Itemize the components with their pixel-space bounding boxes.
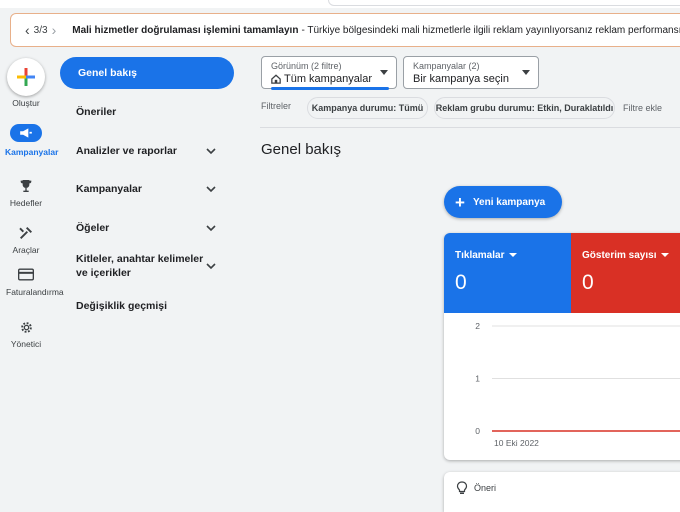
metric-value: 0 bbox=[582, 271, 594, 294]
alert-body: - Türkiye bölgesindeki mali hizmetlerle … bbox=[301, 24, 680, 36]
nav-item-label: Analizler ve raporlar bbox=[76, 145, 177, 157]
performance-chart-card: Tıklamalar 0 Gösterim sayısı 0 2 1 0 10 Eki… bbox=[444, 233, 680, 460]
filters-label: Filtreler bbox=[261, 101, 292, 111]
alert-pager: 3/3 bbox=[33, 24, 48, 36]
previous-alert-button[interactable]: ‹ bbox=[25, 22, 30, 38]
dropdown-arrow-icon bbox=[522, 70, 530, 75]
chevron-down-icon bbox=[206, 148, 216, 155]
nav-item-label: Kampanyalar bbox=[76, 183, 142, 195]
filter-divider bbox=[260, 127, 680, 128]
nav-item-label: Genel bakış bbox=[78, 67, 137, 79]
recommendations-card[interactable]: Öneri bbox=[444, 472, 680, 512]
home-icon bbox=[271, 74, 281, 84]
credit-card-icon[interactable] bbox=[16, 265, 36, 283]
new-campaign-label: Yeni kampanya bbox=[472, 196, 546, 208]
create-label: Oluştur bbox=[12, 98, 40, 108]
campaign-picker-value: Bir kampanya seçin bbox=[413, 73, 509, 85]
nav-item-recommendations[interactable]: Öneriler bbox=[58, 103, 236, 121]
x-tick-label: 10 Eki 2022 bbox=[494, 438, 539, 448]
metric-clicks[interactable]: Tıklamalar 0 bbox=[444, 233, 571, 313]
view-picker-caption: Görünüm (2 filtre) bbox=[271, 61, 342, 71]
goals-label[interactable]: Hedefler bbox=[0, 198, 52, 208]
billing-label[interactable]: Faturalandırma bbox=[6, 287, 64, 297]
megaphone-icon bbox=[20, 128, 32, 138]
create-button[interactable] bbox=[7, 58, 45, 96]
nav-item-insights-reports[interactable]: Analizler ve raporlar bbox=[58, 142, 236, 160]
nav-item-overview[interactable]: Genel bakış bbox=[60, 57, 234, 89]
gear-icon[interactable] bbox=[16, 318, 36, 336]
view-picker[interactable]: Görünüm (2 filtre) Tüm kampanyalar bbox=[261, 56, 397, 90]
active-underline bbox=[271, 87, 389, 90]
nav-item-label: Kitleler, anahtar kelimeler ve içerikler bbox=[76, 253, 204, 279]
add-filter-button[interactable]: Filtre ekle bbox=[623, 103, 662, 113]
caret-down-icon bbox=[509, 253, 518, 258]
tools-label[interactable]: Araçlar bbox=[0, 245, 52, 255]
y-tick-label: 0 bbox=[475, 426, 480, 436]
lightbulb-icon bbox=[456, 481, 468, 494]
campaigns-label[interactable]: Kampanyalar bbox=[5, 147, 58, 157]
plus-icon: + bbox=[455, 192, 465, 212]
metric-name: Gösterim sayısı bbox=[582, 250, 670, 261]
nav-item-label: Öğeler bbox=[76, 222, 110, 234]
nav-item-change-history[interactable]: Değişiklik geçmişi bbox=[58, 297, 236, 315]
view-picker-value: Tüm kampanyalar bbox=[284, 73, 373, 85]
nav-item-label: Öneriler bbox=[76, 106, 117, 118]
next-alert-button[interactable]: › bbox=[52, 22, 57, 38]
plus-icon bbox=[17, 68, 35, 86]
caret-down-icon bbox=[661, 253, 670, 258]
chevron-down-icon bbox=[206, 225, 216, 232]
metric-impressions[interactable]: Gösterim sayısı 0 bbox=[571, 233, 680, 313]
filter-chip-adgroup-status[interactable]: Reklam grubu durumu: Etkin, Duraklatıldı bbox=[434, 97, 615, 119]
metric-value: 0 bbox=[455, 271, 467, 294]
chevron-down-icon bbox=[206, 263, 216, 270]
tools-icon[interactable] bbox=[16, 224, 36, 242]
line-chart: 2 1 0 10 Eki 2022 bbox=[475, 321, 680, 448]
recommendations-label: Öneri bbox=[474, 483, 497, 493]
campaigns-rail-item[interactable] bbox=[10, 124, 42, 142]
campaign-picker-caption: Kampanyalar (2) bbox=[413, 61, 480, 71]
y-tick-label: 2 bbox=[475, 321, 480, 331]
alert-banner: ‹ 3/3 › Mali hizmetler doğrulaması işlem… bbox=[10, 13, 680, 47]
top-bar bbox=[0, 0, 680, 8]
metric-name: Tıklamalar bbox=[455, 250, 518, 261]
chevron-down-icon bbox=[206, 186, 216, 193]
campaign-picker[interactable]: Kampanyalar (2) Bir kampanya seçin bbox=[403, 56, 539, 89]
search-bar-edge[interactable] bbox=[328, 0, 680, 6]
nav-item-audiences[interactable]: Kitleler, anahtar kelimeler ve içerikler bbox=[58, 252, 236, 280]
trophy-icon[interactable] bbox=[16, 177, 36, 195]
y-tick-label: 1 bbox=[475, 374, 480, 384]
dropdown-arrow-icon bbox=[380, 70, 388, 75]
nav-item-campaigns[interactable]: Kampanyalar bbox=[58, 180, 236, 198]
alert-title[interactable]: Mali hizmetler doğrulaması işlemini tama… bbox=[72, 25, 298, 36]
nav-item-assets[interactable]: Öğeler bbox=[58, 219, 236, 237]
admin-label[interactable]: Yönetici bbox=[0, 339, 52, 349]
new-campaign-button[interactable]: + Yeni kampanya bbox=[444, 186, 562, 218]
page-title: Genel bakış bbox=[261, 141, 342, 158]
nav-item-label: Değişiklik geçmişi bbox=[76, 300, 168, 312]
filter-chip-campaign-status[interactable]: Kampanya durumu: Tümü bbox=[307, 97, 428, 119]
